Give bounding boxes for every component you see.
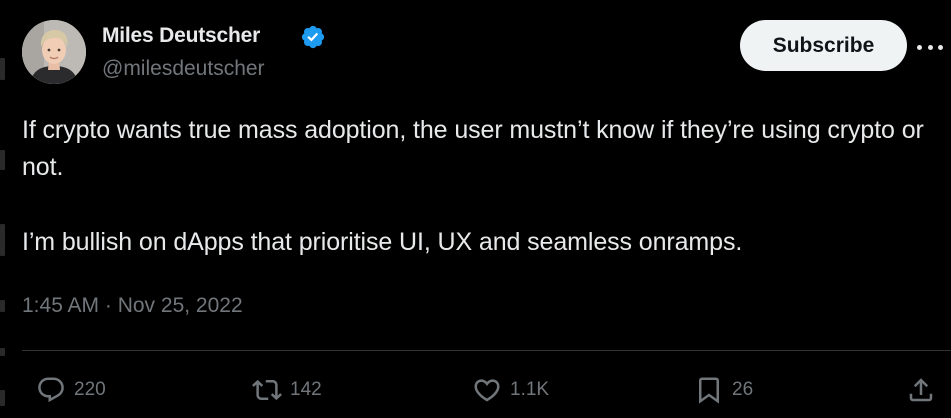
share-icon bbox=[909, 378, 933, 402]
author-handle[interactable]: @milesdeutscher bbox=[102, 57, 265, 81]
tweet-paragraph: If crypto wants true mass adoption, the … bbox=[22, 116, 924, 181]
edge-mark bbox=[0, 224, 5, 256]
repost-icon bbox=[252, 379, 282, 401]
left-edge-strip bbox=[0, 0, 6, 418]
divider bbox=[22, 350, 951, 351]
verified-badge-icon[interactable] bbox=[300, 24, 326, 50]
avatar-image bbox=[22, 20, 86, 84]
reply-count: 220 bbox=[74, 379, 106, 400]
like-button[interactable]: 1.1K bbox=[472, 372, 549, 408]
heart-icon bbox=[474, 379, 500, 402]
repost-count: 142 bbox=[290, 379, 322, 400]
subscribe-button[interactable]: Subscribe bbox=[740, 20, 907, 71]
edge-mark bbox=[0, 150, 5, 170]
edge-mark bbox=[0, 390, 5, 406]
edge-mark bbox=[0, 58, 5, 80]
more-options-icon[interactable] bbox=[917, 34, 943, 60]
edge-mark bbox=[0, 300, 5, 312]
share-button[interactable] bbox=[906, 372, 936, 408]
tweet-text: If crypto wants true mass adoption, the … bbox=[22, 112, 927, 261]
tweet-timestamp[interactable]: 1:45 AM · Nov 25, 2022 bbox=[22, 294, 243, 318]
like-count: 1.1K bbox=[510, 379, 550, 400]
bookmark-count: 26 bbox=[732, 379, 754, 400]
author-display-name[interactable]: Miles Deutscher bbox=[102, 24, 260, 48]
bookmark-icon bbox=[699, 377, 719, 404]
repost-button[interactable]: 142 bbox=[252, 372, 322, 408]
reply-icon bbox=[38, 377, 64, 403]
bookmark-button[interactable]: 26 bbox=[694, 372, 753, 408]
reply-button[interactable]: 220 bbox=[36, 372, 106, 408]
avatar[interactable] bbox=[22, 20, 86, 84]
edge-mark bbox=[0, 348, 5, 356]
tweet-paragraph: I’m bullish on dApps that prioritise UI,… bbox=[22, 228, 743, 256]
